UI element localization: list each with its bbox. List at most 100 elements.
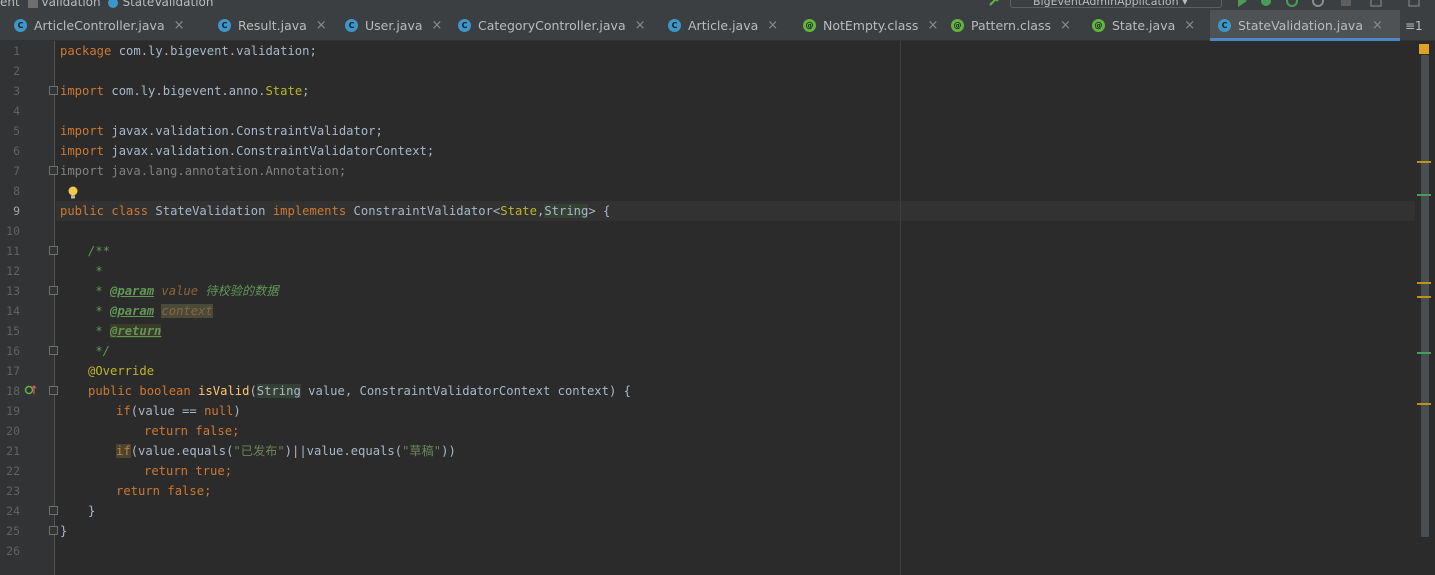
lightbulb-icon[interactable] xyxy=(67,186,79,200)
tab-result[interactable]: C Result.java × xyxy=(218,10,327,41)
line-number: 10 xyxy=(6,224,20,238)
code-line: return false; xyxy=(144,424,240,438)
tab-categorycontroller[interactable]: C CategoryController.java × xyxy=(458,10,646,41)
change-marker[interactable] xyxy=(1417,352,1431,354)
fold-marker[interactable] xyxy=(49,286,58,295)
close-icon[interactable]: × xyxy=(767,18,778,33)
close-icon[interactable]: × xyxy=(174,18,185,33)
line-number: 11 xyxy=(6,244,20,258)
line-number-gutter[interactable]: 1 2 3 4 5 6 7 8 9 10 11 12 13 14 15 16 1… xyxy=(0,41,58,575)
fold-marker[interactable] xyxy=(49,386,58,395)
code-editor[interactable]: 1 2 3 4 5 6 7 8 9 10 11 12 13 14 15 16 1… xyxy=(0,41,1435,575)
tab-articlecontroller[interactable]: C ArticleController.java × xyxy=(14,10,185,41)
tab-pattern[interactable]: @ Pattern.class × xyxy=(951,10,1071,41)
code-line: return false; xyxy=(116,484,212,498)
stop-icon[interactable] xyxy=(1340,0,1352,7)
code-line-doc: * xyxy=(88,264,103,278)
code-line: if(value.equals("已发布")||value.equals("草稿… xyxy=(116,444,456,458)
close-icon[interactable]: × xyxy=(927,18,938,33)
code-line-doc: * @return xyxy=(88,324,162,338)
code-line: } xyxy=(60,524,68,538)
tab-article[interactable]: C Article.java × xyxy=(668,10,778,41)
annotation-icon: @ xyxy=(951,19,964,32)
line-number: 18 xyxy=(6,384,20,398)
fold-marker[interactable] xyxy=(49,166,58,175)
fold-marker[interactable] xyxy=(49,246,58,255)
line-number: 8 xyxy=(13,184,20,198)
code-line: import com.ly.bigevent.anno.State; xyxy=(60,84,310,98)
project-structure-icon[interactable] xyxy=(1370,0,1382,7)
fold-marker[interactable] xyxy=(49,86,58,95)
code-line: import javax.validation.ConstraintValida… xyxy=(60,144,435,158)
close-icon[interactable]: × xyxy=(316,18,327,33)
tab-state[interactable]: @ State.java × xyxy=(1092,10,1195,41)
close-icon[interactable]: × xyxy=(1372,18,1383,33)
code-line-unused-import: import java.lang.annotation.Annotation; xyxy=(60,164,347,178)
code-line: package com.ly.bigevent.validation; xyxy=(60,44,317,58)
warning-marker[interactable] xyxy=(1417,161,1431,163)
tabs-overflow-menu[interactable]: ≡1 xyxy=(1405,19,1423,33)
line-number: 24 xyxy=(6,504,20,518)
java-class-icon: C xyxy=(458,19,471,32)
code-line-doc: * @param context xyxy=(88,304,213,318)
warning-marker[interactable] xyxy=(1417,296,1431,298)
line-number: 12 xyxy=(6,264,20,278)
tab-label: StateValidation.java xyxy=(1238,18,1363,33)
run-icon[interactable] xyxy=(1236,0,1248,7)
tab-statevalidation[interactable]: C StateValidation.java × xyxy=(1210,10,1400,41)
fold-marker[interactable] xyxy=(49,506,58,515)
inspection-warning-icon[interactable] xyxy=(1419,44,1429,54)
profile-icon[interactable] xyxy=(1312,0,1324,7)
java-class-icon: C xyxy=(1218,19,1231,32)
code-line-doc: * @param value 待校验的数据 xyxy=(88,284,279,298)
code-line-doc: /** xyxy=(88,244,111,258)
tab-notempty[interactable]: @ NotEmpty.class × xyxy=(803,10,938,41)
line-number: 21 xyxy=(6,444,20,458)
java-class-icon: C xyxy=(668,19,681,32)
warning-marker[interactable] xyxy=(1417,403,1431,405)
code-line: import javax.validation.ConstraintValida… xyxy=(60,124,383,138)
breadcrumb-item[interactable]: validation xyxy=(42,0,101,9)
fold-marker[interactable] xyxy=(49,526,58,535)
coverage-icon[interactable] xyxy=(1286,0,1298,7)
run-configuration-select[interactable]: BigEventAdminApplication ▾ xyxy=(1010,0,1222,8)
java-class-icon: C xyxy=(14,19,27,32)
debug-icon[interactable] xyxy=(1260,0,1272,7)
editor-tabs: C ArticleController.java × C Result.java… xyxy=(0,10,1435,41)
line-number: 22 xyxy=(6,464,20,478)
line-number: 2 xyxy=(13,64,20,78)
annotation-icon: @ xyxy=(1092,19,1105,32)
line-number: 5 xyxy=(13,124,20,138)
line-number: 26 xyxy=(6,544,20,558)
tab-user[interactable]: C User.java × xyxy=(345,10,442,41)
tab-label: User.java xyxy=(365,18,423,33)
code-line: } xyxy=(88,504,96,518)
breadcrumb-item[interactable]: ent xyxy=(0,0,20,9)
right-margin-guide xyxy=(900,41,901,575)
close-icon[interactable]: × xyxy=(635,18,646,33)
line-number: 4 xyxy=(13,104,20,118)
search-everywhere-icon[interactable] xyxy=(1408,0,1420,7)
build-hammer-icon[interactable] xyxy=(988,0,1000,7)
navigation-bar: ent validation StateValidation BigEventA… xyxy=(0,0,1435,10)
change-marker[interactable] xyxy=(1417,194,1431,196)
tab-label: CategoryController.java xyxy=(478,18,626,33)
breadcrumb-item[interactable]: StateValidation xyxy=(122,0,213,9)
override-method-icon[interactable] xyxy=(24,384,38,399)
java-class-icon: C xyxy=(218,19,231,32)
line-number: 16 xyxy=(6,344,20,358)
warning-marker[interactable] xyxy=(1417,282,1431,284)
close-icon[interactable]: × xyxy=(1060,18,1071,33)
close-icon[interactable]: × xyxy=(432,18,443,33)
line-number: 14 xyxy=(6,304,20,318)
annotation-icon: @ xyxy=(803,19,816,32)
code-line: public class StateValidation implements … xyxy=(60,204,611,218)
tab-label: ArticleController.java xyxy=(34,18,165,33)
line-number: 3 xyxy=(13,84,20,98)
close-icon[interactable]: × xyxy=(1184,18,1195,33)
tab-label: NotEmpty.class xyxy=(823,18,919,33)
line-number: 6 xyxy=(13,144,20,158)
fold-marker[interactable] xyxy=(49,346,58,355)
breadcrumb: ent validation StateValidation xyxy=(0,0,217,9)
tab-label: Article.java xyxy=(688,18,759,33)
